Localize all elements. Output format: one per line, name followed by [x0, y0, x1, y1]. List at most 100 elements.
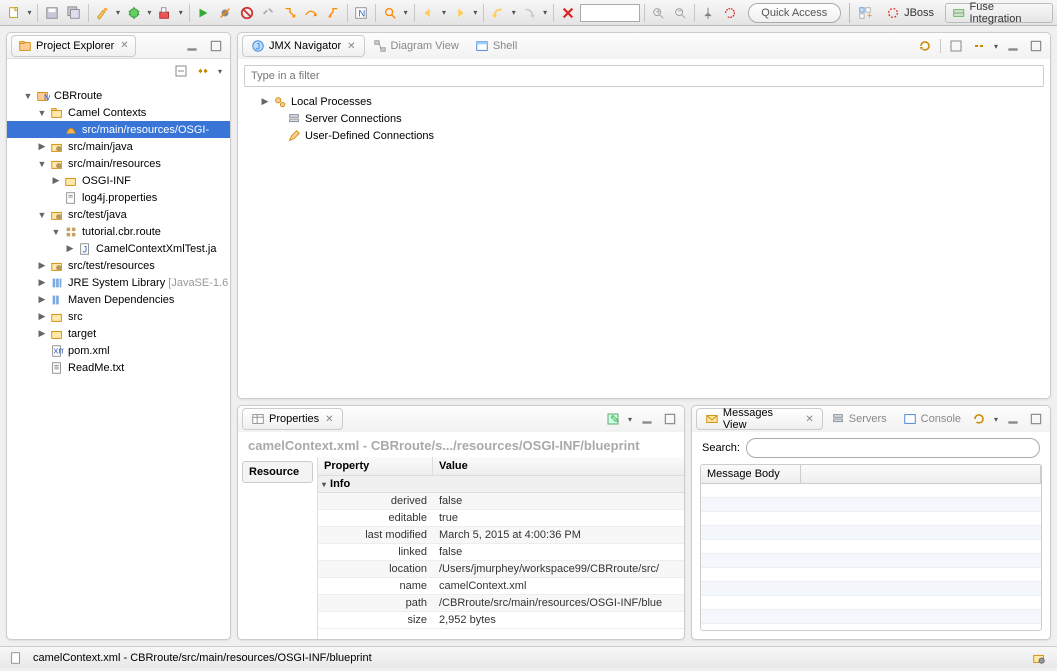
- view-menu-icon[interactable]: [216, 67, 224, 76]
- jmx-server-conn[interactable]: Server Connections: [244, 110, 1044, 127]
- disconnect-icon[interactable]: [258, 3, 278, 23]
- bh-dd[interactable]: [510, 8, 518, 17]
- jmx-user-conn[interactable]: User-Defined Connections: [244, 127, 1044, 144]
- view-menu-icon[interactable]: [992, 42, 1000, 51]
- perspective-fuse[interactable]: Fuse Integration: [945, 3, 1053, 23]
- close-icon[interactable]: ✕: [325, 414, 333, 425]
- skip-breakpoints-icon[interactable]: [215, 3, 235, 23]
- open-perspective-icon[interactable]: +: [856, 3, 875, 23]
- tree-src-main-java[interactable]: ▶src/main/java: [7, 138, 230, 155]
- messages-search-input[interactable]: [746, 438, 1040, 458]
- minimize-icon[interactable]: [1003, 409, 1023, 429]
- tree-readme[interactable]: ReadMe.txt: [7, 359, 230, 376]
- tree-tutorial-pkg[interactable]: ▼tutorial.cbr.route: [7, 223, 230, 240]
- view-menu-icon[interactable]: [992, 415, 1000, 424]
- ext-dd[interactable]: [177, 8, 185, 17]
- quick-access-input[interactable]: Quick Access: [748, 3, 841, 23]
- link-icon[interactable]: [969, 36, 989, 56]
- ext-tools-icon[interactable]: [155, 3, 175, 23]
- tab-jmx-navigator[interactable]: JJMX Navigator✕: [242, 35, 365, 57]
- perspective-jboss[interactable]: JBoss: [879, 3, 941, 23]
- save-button[interactable]: [42, 3, 62, 23]
- property-row[interactable]: linkedfalse: [318, 544, 684, 561]
- col-value[interactable]: Value: [433, 457, 474, 475]
- pin-icon[interactable]: [699, 3, 719, 23]
- property-row[interactable]: size2,952 bytes: [318, 612, 684, 629]
- maximize-icon[interactable]: [660, 409, 680, 429]
- tab-shell[interactable]: Shell: [467, 35, 525, 57]
- project-explorer-tab[interactable]: Project Explorer ✕: [11, 35, 136, 57]
- collapse-all-icon[interactable]: [172, 62, 190, 80]
- collapse-icon[interactable]: [946, 36, 966, 56]
- tree-project-root[interactable]: ▼MCBRroute: [7, 87, 230, 104]
- back-nav-icon[interactable]: [418, 3, 438, 23]
- step-over-icon[interactable]: [301, 3, 321, 23]
- step-return-icon[interactable]: [323, 3, 343, 23]
- tree-selected-context[interactable]: src/main/resources/OSGI-: [7, 121, 230, 138]
- tree-src-test-java[interactable]: ▼src/test/java: [7, 206, 230, 223]
- tree-camel-contexts[interactable]: ▼Camel Contexts: [7, 104, 230, 121]
- back-history-icon[interactable]: [488, 3, 508, 23]
- col-message-body[interactable]: Message Body: [701, 465, 801, 483]
- maximize-icon[interactable]: [1026, 409, 1046, 429]
- close-icon[interactable]: ✕: [805, 414, 813, 425]
- fwd-history-icon[interactable]: [520, 3, 540, 23]
- jmx-filter-input[interactable]: [244, 65, 1044, 87]
- close-icon[interactable]: ✕: [347, 41, 355, 52]
- property-row[interactable]: derivedfalse: [318, 493, 684, 510]
- property-row[interactable]: editabletrue: [318, 510, 684, 527]
- group-info[interactable]: Info: [318, 476, 684, 493]
- tree-target[interactable]: ▶target: [7, 325, 230, 342]
- maximize-icon[interactable]: [1026, 36, 1046, 56]
- search-icon[interactable]: [380, 3, 400, 23]
- property-row[interactable]: namecamelContext.xml: [318, 578, 684, 595]
- tab-messages-view[interactable]: Messages View✕: [696, 408, 823, 430]
- property-row[interactable]: last modifiedMarch 5, 2015 at 4:00:36 PM: [318, 527, 684, 544]
- tree-jre[interactable]: ▶JRE System Library [JavaSE-1.6: [7, 274, 230, 291]
- fwd-dd[interactable]: [471, 8, 479, 17]
- new-button[interactable]: [4, 3, 24, 23]
- tree-src-main-res[interactable]: ▼src/main/resources: [7, 155, 230, 172]
- tab-console[interactable]: Console: [895, 408, 969, 430]
- view-menu-icon[interactable]: [626, 415, 634, 424]
- tab-servers[interactable]: Servers: [823, 408, 895, 430]
- properties-side-resource[interactable]: Resource: [242, 461, 313, 483]
- maximize-icon[interactable]: [206, 36, 226, 56]
- debug-dd[interactable]: [145, 8, 153, 17]
- tree-src[interactable]: ▶src: [7, 308, 230, 325]
- paint-icon[interactable]: [92, 3, 112, 23]
- jmx-local-processes[interactable]: ▶Local Processes: [244, 93, 1044, 110]
- tree-osgi-inf[interactable]: ▶OSGI-INF: [7, 172, 230, 189]
- refresh-icon[interactable]: [720, 3, 740, 23]
- project-tree[interactable]: ▼MCBRroute ▼Camel Contexts src/main/reso…: [7, 83, 230, 639]
- minimize-icon[interactable]: [637, 409, 657, 429]
- debug-button[interactable]: [124, 3, 144, 23]
- refresh-icon[interactable]: [969, 409, 989, 429]
- run-button[interactable]: [194, 3, 214, 23]
- tree-log4j[interactable]: log4j.properties: [7, 189, 230, 206]
- search-dd[interactable]: [402, 8, 410, 17]
- fwd-nav-icon[interactable]: [450, 3, 470, 23]
- open-type-icon[interactable]: N: [352, 3, 372, 23]
- jmx-tree[interactable]: ▶Local Processes Server Connections User…: [238, 91, 1050, 398]
- tree-java-file[interactable]: ▶JCamelContextXmlTest.ja: [7, 240, 230, 257]
- save-all-button[interactable]: [64, 3, 84, 23]
- stop-button[interactable]: [237, 3, 257, 23]
- close-icon[interactable]: ✕: [120, 40, 128, 51]
- status-gear-icon[interactable]: [1029, 648, 1049, 668]
- col-property[interactable]: Property: [318, 457, 433, 475]
- link-editor-icon[interactable]: [194, 62, 212, 80]
- toolbar-input[interactable]: [580, 4, 640, 22]
- tab-properties[interactable]: Properties✕: [242, 408, 343, 430]
- paint-dd[interactable]: [114, 8, 122, 17]
- zoom-out-icon[interactable]: −: [670, 3, 690, 23]
- tree-maven-dep[interactable]: ▶Maven Dependencies: [7, 291, 230, 308]
- tree-src-test-res[interactable]: ▶src/test/resources: [7, 257, 230, 274]
- step-into-icon[interactable]: [280, 3, 300, 23]
- minimize-icon[interactable]: [1003, 36, 1023, 56]
- tree-pom[interactable]: xmlpom.xml: [7, 342, 230, 359]
- back-dd[interactable]: [440, 8, 448, 17]
- fh-dd[interactable]: [541, 8, 549, 17]
- zoom-in-icon[interactable]: +: [649, 3, 669, 23]
- delete-icon[interactable]: [558, 3, 578, 23]
